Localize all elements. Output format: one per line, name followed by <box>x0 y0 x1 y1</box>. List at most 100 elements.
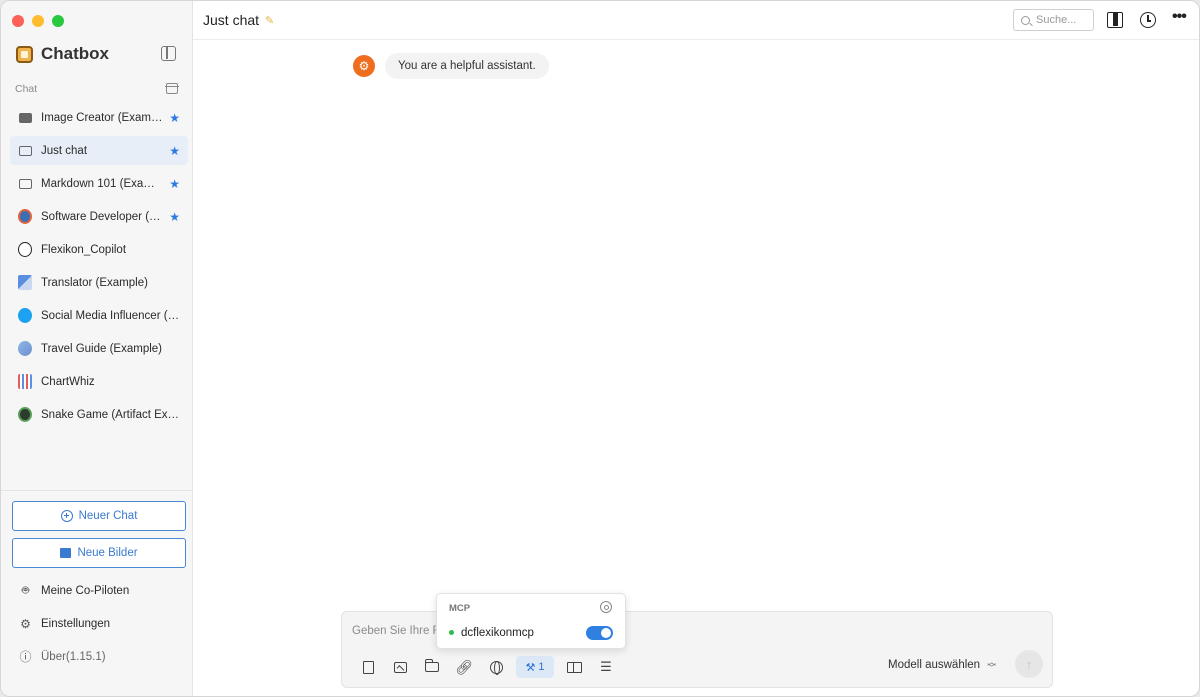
sidebar-collapse-icon[interactable] <box>161 46 176 61</box>
chat-item-label: Just chat <box>41 144 88 157</box>
menu-item-settings[interactable]: ⚙ Einstellungen <box>19 616 111 631</box>
chat-bubble-icon <box>18 144 32 158</box>
image-icon <box>18 111 32 125</box>
web-search-button[interactable] <box>480 656 512 678</box>
menu-item-about[interactable]: ⓘ Über(1.15.1) <box>19 650 106 664</box>
maximize-window-button[interactable] <box>52 15 64 27</box>
new-chat-button[interactable]: Neuer Chat <box>12 501 186 531</box>
image-icon <box>393 661 407 673</box>
chat-item-label: Image Creator (Example) <box>41 111 164 124</box>
star-icon[interactable]: ★ <box>169 111 180 125</box>
sidebar-divider <box>1 490 193 491</box>
chat-item-travel-guide[interactable]: Travel Guide (Example) <box>10 334 188 363</box>
new-chat-label: Neuer Chat <box>78 510 138 522</box>
mcp-settings-gear-icon[interactable] <box>600 601 612 613</box>
chat-item-label: Social Media Influencer (Example) <box>41 309 180 322</box>
knowledge-base-button[interactable] <box>558 656 590 678</box>
gear-icon: ⚙ <box>20 616 31 631</box>
mcp-popover-title: MCP <box>449 603 471 614</box>
history-icon[interactable] <box>1140 12 1156 28</box>
attach-document-button[interactable] <box>352 656 384 678</box>
chat-settings-button[interactable]: ☰ <box>590 656 622 678</box>
chat-title[interactable]: Just chat <box>203 12 259 28</box>
menu-item-copilots[interactable]: 🤖︎ Meine Co-Piloten <box>19 583 130 597</box>
window-controls <box>12 15 64 27</box>
server-status-dot <box>449 630 454 635</box>
attach-folder-button[interactable] <box>416 656 448 678</box>
robot-icon: 🤖︎ <box>21 583 30 597</box>
topbar: Just chat ✎ Suche... ••• <box>193 1 1199 40</box>
copilots-label: Meine Co-Piloten <box>41 584 130 597</box>
pencil-icon[interactable]: ✎ <box>265 14 274 27</box>
chat-item-snake-game[interactable]: Snake Game (Artifact Example) <box>10 400 188 429</box>
chat-item-label: Flexikon_Copilot <box>41 243 127 256</box>
hammer-icon: ⚒ <box>525 661 536 674</box>
link-icon: 🔗︎ <box>455 658 473 675</box>
attach-image-button[interactable] <box>384 656 416 678</box>
message-row-system: ⚙ You are a helpful assistant. <box>353 53 549 79</box>
model-select[interactable]: Modell auswählen ︿ ﹀ <box>888 657 997 674</box>
chat-item-software-developer[interactable]: Software Developer (Example) ★ <box>10 202 188 231</box>
main-panel: Just chat ✎ Suche... ••• ⚙ You are a hel… <box>193 1 1199 696</box>
about-label: Über(1.15.1) <box>41 650 106 663</box>
translator-avatar-icon <box>18 275 32 290</box>
composer-toolbar: 🔗︎ ⚒ 1 ☰ <box>352 656 622 678</box>
chat-item-label: Markdown 101 (Example) <box>41 177 164 190</box>
system-gear-icon: ⚙ <box>353 55 375 77</box>
app-name: Chatbox <box>41 44 109 63</box>
star-icon[interactable]: ★ <box>169 144 180 158</box>
chat-item-markdown-101[interactable]: Markdown 101 (Example) ★ <box>10 169 188 198</box>
attach-link-button[interactable]: 🔗︎ <box>448 656 480 678</box>
mcp-tools-button[interactable]: ⚒ 1 <box>516 656 554 678</box>
chatbox-logo-icon <box>16 45 33 63</box>
chat-item-label: Travel Guide (Example) <box>41 342 163 355</box>
search-icon <box>1021 15 1030 25</box>
developer-avatar-icon <box>18 209 32 224</box>
copilot-avatar-icon <box>18 242 32 257</box>
chat-item-flexikon-copilot[interactable]: Flexikon_Copilot <box>10 235 188 264</box>
document-icon <box>362 660 374 674</box>
new-images-button[interactable]: Neue Bilder <box>12 538 186 568</box>
minimize-window-button[interactable] <box>32 15 44 27</box>
send-button[interactable]: ↑ <box>1015 650 1043 678</box>
sliders-icon: ☰ <box>600 659 612 674</box>
chat-item-label: Snake Game (Artifact Example) <box>41 408 180 421</box>
model-select-label: Modell auswählen <box>888 659 981 672</box>
star-icon[interactable]: ★ <box>169 177 180 191</box>
chat-item-translator[interactable]: Translator (Example) <box>10 268 188 297</box>
book-icon <box>566 661 582 673</box>
star-icon[interactable]: ★ <box>169 210 180 224</box>
chat-item-image-creator[interactable]: Image Creator (Example) ★ <box>10 103 188 132</box>
image-plus-icon <box>60 548 72 558</box>
split-view-icon[interactable] <box>1107 12 1123 28</box>
chat-section-label: Chat <box>15 83 38 95</box>
mcp-server-name: dcflexikonmcp <box>461 627 534 639</box>
archive-icon[interactable] <box>165 83 179 94</box>
snake-avatar-icon <box>18 407 32 422</box>
chat-item-just-chat[interactable]: Just chat ★ <box>10 136 188 165</box>
chat-item-label: ChartWhiz <box>41 375 95 388</box>
chevron-updown-icon: ︿ ﹀ <box>987 657 997 674</box>
globe-icon <box>489 660 503 675</box>
chat-item-label: Translator (Example) <box>41 276 148 289</box>
chart-avatar-icon <box>18 374 32 389</box>
more-options-icon[interactable]: ••• <box>1172 8 1188 25</box>
chat-item-social-media-influencer[interactable]: Social Media Influencer (Example) <box>10 301 188 330</box>
system-message[interactable]: You are a helpful assistant. <box>385 53 549 79</box>
chat-item-chartwhiz[interactable]: ChartWhiz <box>10 367 188 396</box>
search-placeholder: Suche... <box>1036 14 1077 26</box>
travel-avatar-icon <box>18 341 32 356</box>
twitter-avatar-icon <box>18 308 32 323</box>
chat-bubble-icon <box>18 177 32 191</box>
search-input[interactable]: Suche... <box>1013 9 1094 31</box>
arrow-up-icon: ↑ <box>1025 656 1033 672</box>
brand: Chatbox <box>16 44 109 64</box>
mcp-server-toggle[interactable] <box>586 626 613 640</box>
plus-circle-icon <box>60 510 73 522</box>
mcp-popover: MCP dcflexikonmcp <box>436 593 626 649</box>
app-window: Chatbox Chat Image Creator (Example) ★ J… <box>0 0 1200 697</box>
message-input[interactable]: Geben Sie Ihre F <box>352 625 440 637</box>
settings-label: Einstellungen <box>41 617 111 630</box>
close-window-button[interactable] <box>12 15 24 27</box>
folder-icon <box>424 659 439 672</box>
